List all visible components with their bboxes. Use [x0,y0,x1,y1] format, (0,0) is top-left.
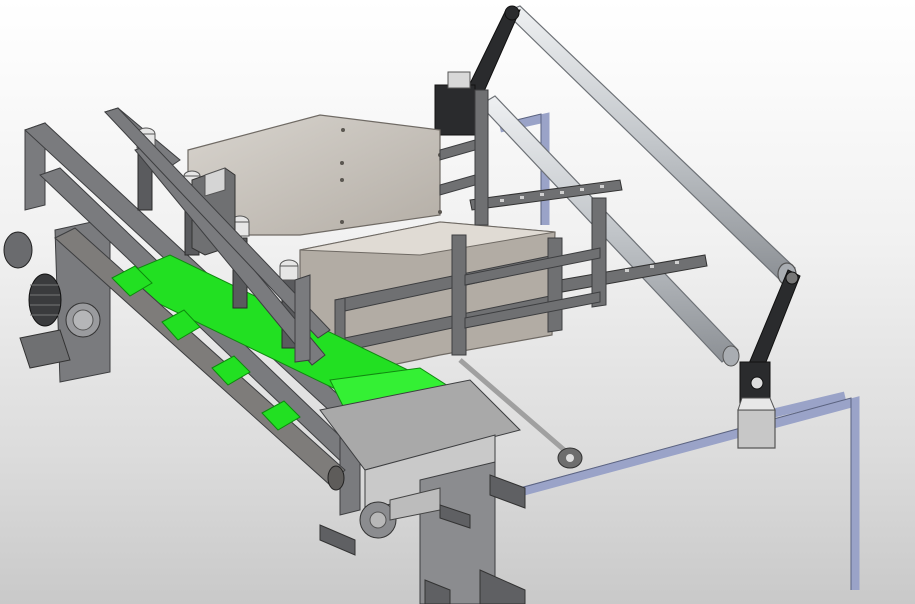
cad-model-render [3,5,860,604]
upper-arm-base-block [434,71,476,136]
cad-viewport[interactable] [0,0,915,604]
blue-steel-rail-edges [499,113,852,590]
right-arm-base-block [737,397,776,449]
black-swing-arms [461,5,801,411]
